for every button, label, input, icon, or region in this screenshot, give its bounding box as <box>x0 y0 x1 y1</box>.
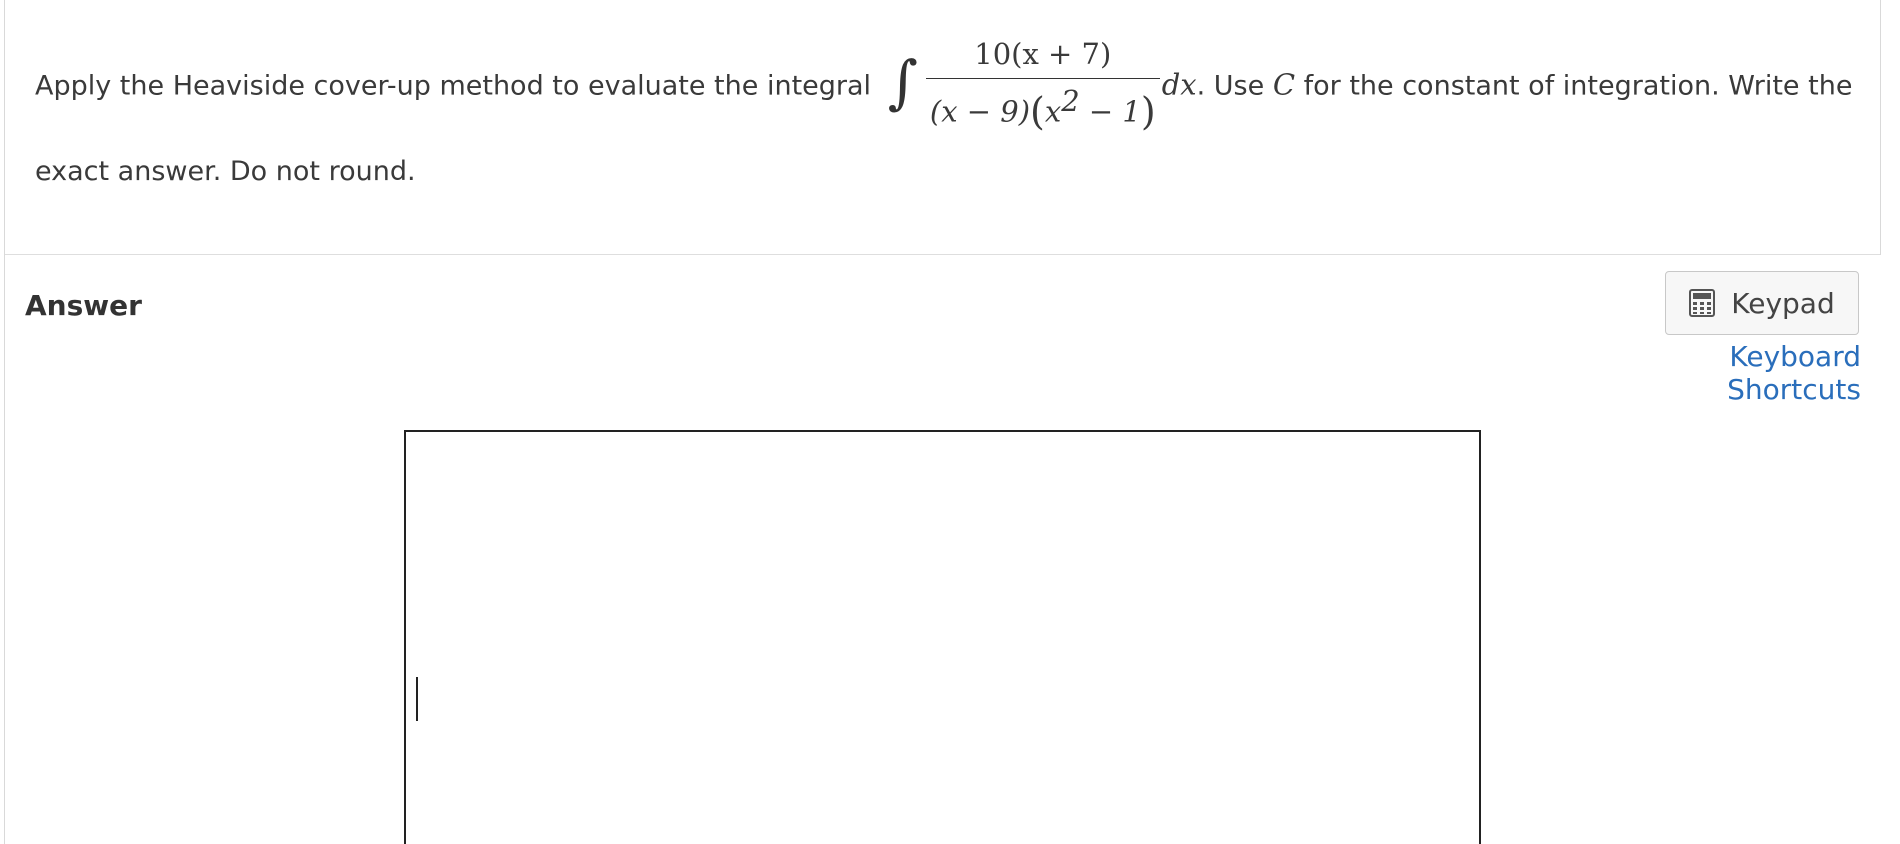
question-prefix: Apply the Heaviside cover-up method to e… <box>35 70 872 102</box>
keypad-button-label: Keypad <box>1731 286 1835 320</box>
denominator-factor-2: − 1 <box>1079 94 1141 129</box>
integral-sign: ∫ <box>887 48 918 117</box>
denominator-exponent: 2 <box>1061 84 1080 118</box>
denominator-variable: x <box>1044 94 1062 129</box>
question-middle: . Use <box>1196 70 1273 102</box>
integrand-fraction: 10(x + 7) (x − 9)(x2 − 1) <box>925 36 1160 131</box>
right-border <box>1880 0 1881 255</box>
integrand-denominator: (x − 9)(x2 − 1) <box>926 79 1160 131</box>
integrand-numerator: 10(x + 7) <box>925 36 1160 79</box>
calculator-icon <box>1689 289 1716 317</box>
denominator-close-paren: ) <box>1140 89 1156 134</box>
keyboard-shortcuts-link[interactable]: Keyboard Shortcuts <box>1603 340 1861 406</box>
differential: dx <box>1161 67 1197 102</box>
text-cursor <box>416 677 418 721</box>
page: Apply the Heaviside cover-up method to e… <box>0 0 1900 844</box>
answer-label: Answer <box>25 289 142 322</box>
keypad-button[interactable]: Keypad <box>1665 271 1859 335</box>
question-text: Apply the Heaviside cover-up method to e… <box>35 37 1855 209</box>
answer-input[interactable] <box>404 430 1481 844</box>
denominator-open-paren: ( <box>1030 89 1045 134</box>
numerator-text: 10(x + 7) <box>974 37 1112 71</box>
left-border <box>4 0 5 844</box>
section-divider <box>5 254 1880 255</box>
denominator-factor-1: (x − 9) <box>929 94 1031 129</box>
constant-symbol: C <box>1272 67 1296 102</box>
